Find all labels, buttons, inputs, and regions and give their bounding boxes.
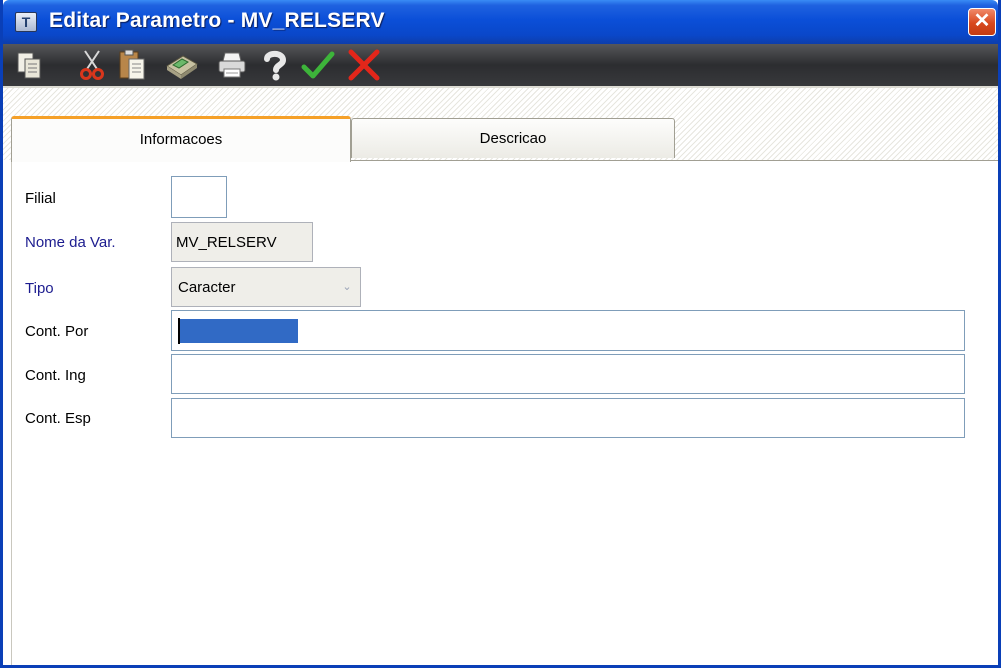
cont-ing-label: Cont. Ing [25,367,86,384]
text-selection [178,319,298,343]
confirm-button[interactable] [301,48,335,82]
tipo-label: Tipo [25,280,54,297]
confirm-icon [301,51,335,79]
text-caret [178,318,180,344]
toolbar [3,44,998,88]
tipo-select[interactable]: Caracter ⌄ [171,267,361,307]
print-button[interactable] [215,48,249,82]
cont-esp-label: Cont. Esp [25,410,91,427]
cut-icon [80,50,104,80]
edit-parameter-window: T Editar Parametro - MV_RELSERV ✕ Inform… [0,0,1001,668]
nome-var-field[interactable]: MV_RELSERV [171,222,313,262]
help-icon [264,50,287,81]
paste-button[interactable] [115,48,149,82]
copy-button[interactable] [13,48,47,82]
cont-ing-field[interactable] [171,354,965,394]
copy-icon [17,52,41,79]
tipo-value: Caracter [178,278,236,296]
app-icon: T [15,12,37,32]
cancel-icon [348,49,380,81]
cont-esp-field[interactable] [171,398,965,438]
window-title: Editar Parametro - MV_RELSERV [49,9,385,32]
tab-descricao-label: Descricao [479,130,547,147]
cancel-button[interactable] [347,48,381,82]
filial-label: Filial [25,190,56,207]
tab-informacoes-label: Informacoes [139,131,223,148]
cont-por-label: Cont. Por [25,323,89,340]
nome-var-label: Nome da Var. [25,234,116,251]
calculator-button[interactable] [165,48,199,82]
close-button[interactable]: ✕ [968,8,996,36]
title-bar[interactable]: T Editar Parametro - MV_RELSERV ✕ [3,0,998,44]
tab-descricao[interactable]: Descricao [351,118,675,158]
nome-var-value: MV_RELSERV [176,233,277,251]
filial-field[interactable] [171,176,227,218]
paste-icon [119,49,145,80]
calculator-icon [166,55,198,79]
tab-informacoes[interactable]: Informacoes [11,116,351,162]
help-button[interactable] [257,48,291,82]
cont-por-field[interactable] [171,310,965,351]
cut-button[interactable] [75,48,109,82]
chevron-down-icon[interactable]: ⌄ [338,278,356,296]
print-icon [218,52,246,78]
